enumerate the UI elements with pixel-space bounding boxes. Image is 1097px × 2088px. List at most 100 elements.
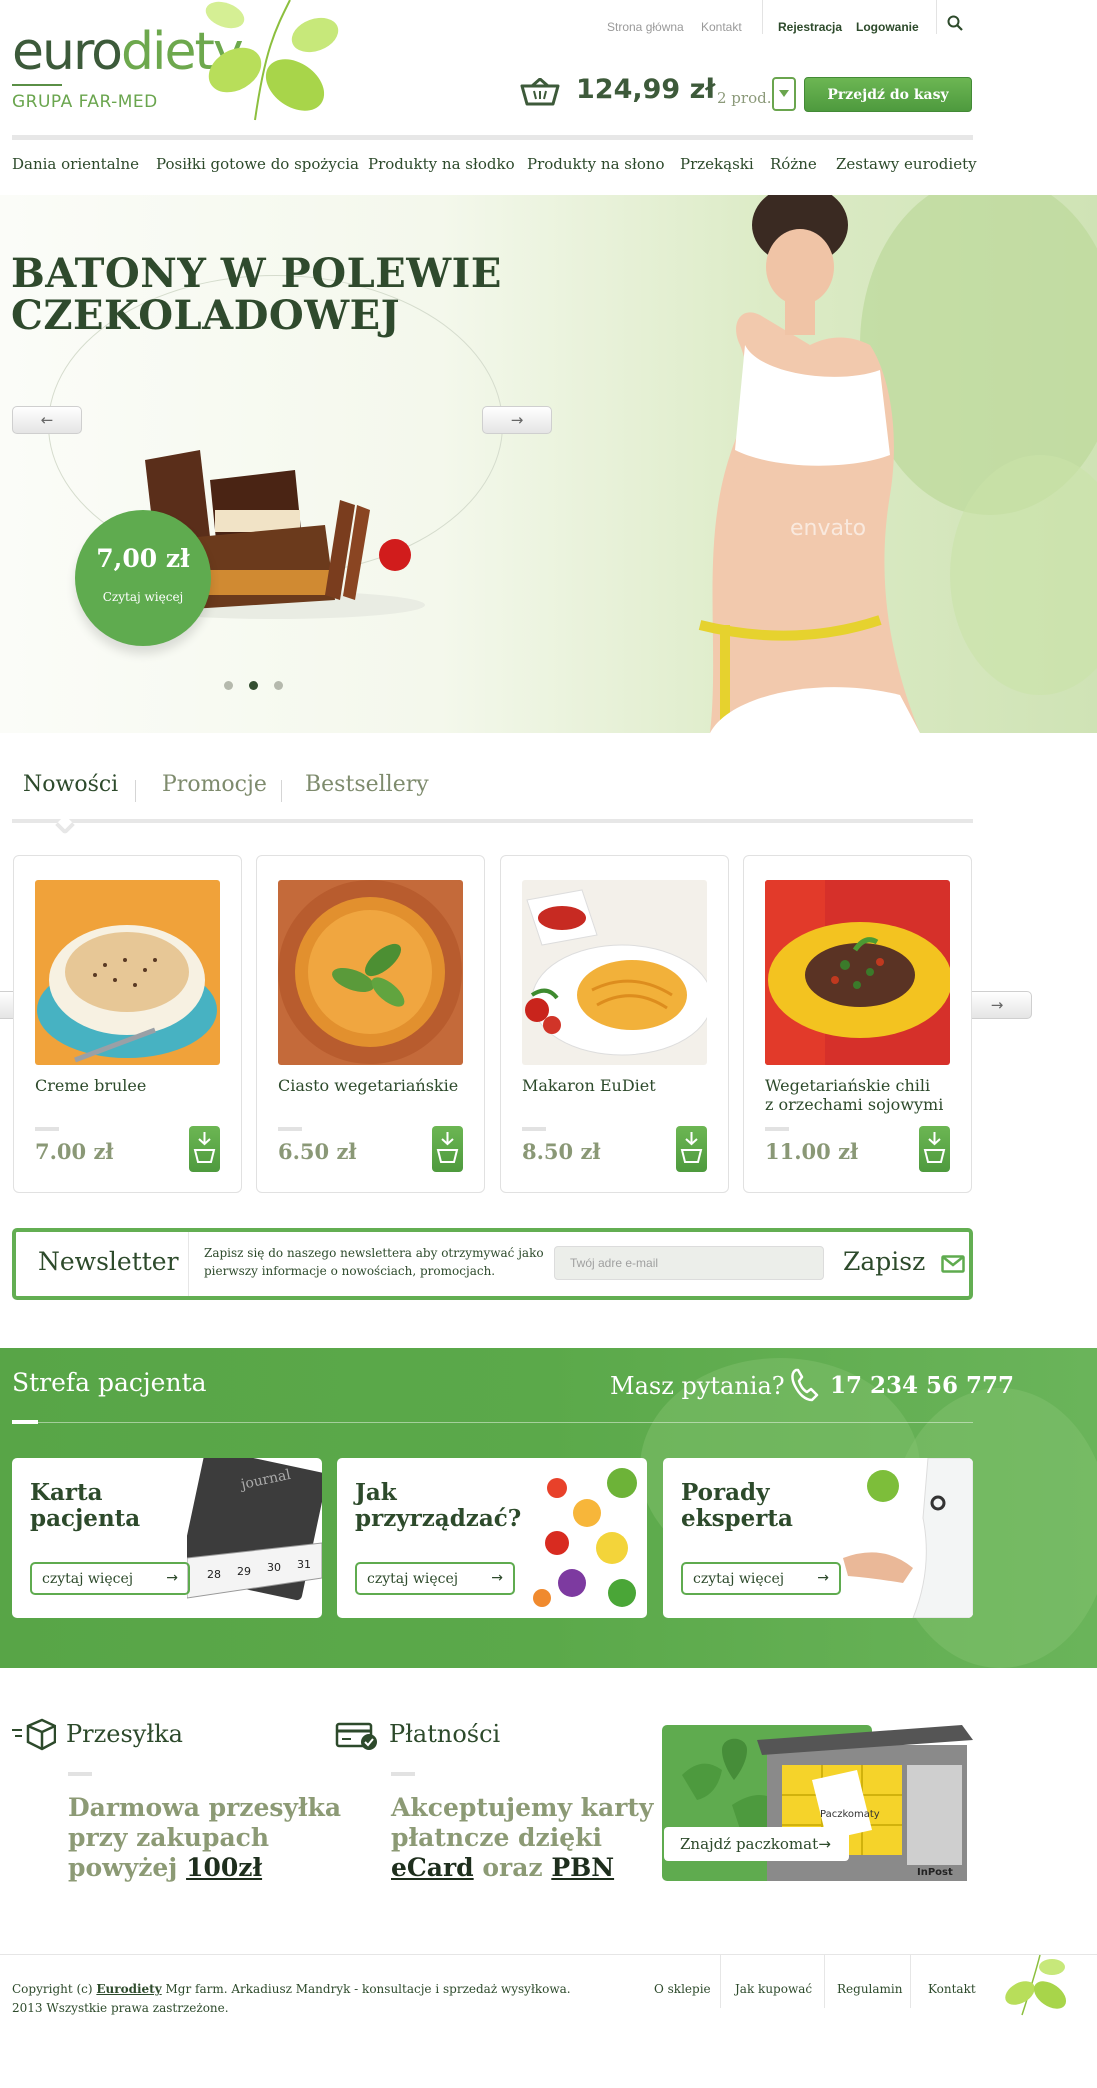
ecard-link[interactable]: eCard [391, 1853, 474, 1882]
nav-item-oriental[interactable]: Dania orientalne [12, 155, 139, 173]
arrow-right-icon: → [166, 1570, 178, 1586]
svg-text:31: 31 [297, 1558, 311, 1571]
parcel-locker-banner[interactable]: Paczkomaty InPost Znajdź paczkomat → [662, 1705, 973, 1881]
nav-item-ready-meals[interactable]: Posiłki gotowe do spożycia [156, 155, 359, 173]
product-price: 7.00 zł [35, 1139, 114, 1164]
nav-item-various[interactable]: Różne [770, 155, 817, 173]
watermark: envato [790, 516, 866, 541]
arrow-right-icon: → [990, 996, 1004, 1014]
hero-next-button[interactable]: → [482, 406, 552, 434]
chevron-down-icon [779, 90, 789, 97]
tab-bestsellers[interactable]: Bestsellery [305, 772, 429, 797]
find-parcel-locker-button[interactable]: Znajdź paczkomat → [664, 1827, 849, 1861]
title-divider [391, 1772, 415, 1776]
footer-link-about[interactable]: O sklepie [654, 1982, 711, 1996]
price-divider [278, 1127, 302, 1131]
price-divider [522, 1127, 546, 1131]
header-divider [12, 135, 973, 140]
journal-tape-image: journal 28 29 30 31 [187, 1458, 322, 1601]
hero-prev-button[interactable]: ← [12, 406, 82, 434]
nav-item-salty[interactable]: Produkty na słono [527, 155, 665, 173]
toplink-contact[interactable]: Kontakt [701, 20, 742, 34]
logo-subtitle: GRUPA FAR-MED [12, 92, 158, 112]
email-input[interactable] [554, 1246, 824, 1280]
shipping-title: Przesyłka [66, 1720, 183, 1748]
add-to-cart-button[interactable] [432, 1126, 463, 1172]
hero-read-more[interactable]: Czytaj więcej [75, 590, 211, 604]
hero-price: 7,00 zł [96, 544, 190, 573]
toplink-home[interactable]: Strona główna [607, 20, 684, 34]
arrow-right-icon: → [817, 1570, 829, 1586]
footer-link-how-to-buy[interactable]: Jak kupować [735, 1982, 812, 1996]
read-more-button[interactable]: czytaj więcej → [355, 1562, 515, 1595]
free-shipping-threshold-link[interactable]: 100zł [186, 1853, 262, 1882]
products-next-button[interactable]: → [962, 991, 1032, 1019]
login-link[interactable]: Logowanie [856, 20, 919, 34]
divider [188, 1232, 189, 1296]
add-to-basket-icon [923, 1132, 946, 1163]
read-more-button[interactable]: czytaj więcej → [681, 1562, 841, 1595]
checkout-button[interactable]: Przejdź do kasy [804, 77, 972, 112]
slide-dot-1[interactable] [224, 681, 233, 690]
divider [936, 0, 937, 34]
register-link[interactable]: Rejestracja [778, 20, 842, 34]
product-card[interactable]: Ciasto wegetariańskie 6.50 zł [256, 855, 485, 1193]
envelope-icon [941, 1254, 965, 1273]
newsletter-title: Newsletter [38, 1247, 179, 1276]
divider [281, 780, 282, 802]
arrow-right-icon: → [510, 411, 524, 429]
divider [824, 1954, 825, 2008]
add-to-cart-button[interactable] [676, 1126, 707, 1172]
pbn-link[interactable]: PBN [551, 1853, 614, 1882]
shipping-text: Darmowa przesyłka przy zakupach powyżej … [68, 1793, 342, 1882]
patient-zone-section: Strefa pacjenta Masz pytania? 17 234 56 … [0, 1348, 1097, 1668]
slide-dot-3[interactable] [274, 681, 283, 690]
add-to-cart-button[interactable] [189, 1126, 220, 1172]
phone-number[interactable]: 17 234 56 777 [830, 1372, 1014, 1399]
tab-promotions[interactable]: Promocje [162, 772, 267, 797]
product-price: 6.50 zł [278, 1139, 357, 1164]
doctor-apple-image [843, 1458, 973, 1618]
package-icon [12, 1718, 56, 1751]
svg-text:28: 28 [207, 1568, 221, 1581]
tab-new[interactable]: Nowości [23, 772, 118, 797]
cart-dropdown-button[interactable] [772, 77, 796, 111]
parcel-label: Paczkomaty [820, 1809, 880, 1820]
product-name[interactable]: Ciasto wegetariańskie [278, 1076, 458, 1095]
product-image-pasta [522, 880, 707, 1065]
hero-price-badge[interactable]: 7,00 zł Czytaj więcej [75, 510, 211, 646]
patient-zone-title: Strefa pacjenta [12, 1368, 207, 1397]
patient-card-record[interactable]: journal 28 29 30 31 Karta pacjenta czytaj wi… [12, 1458, 322, 1618]
newsletter-description: Zapisz się do naszego newslettera aby ot… [204, 1246, 544, 1278]
logo-divider [12, 84, 62, 86]
payments-title: Płatności [389, 1720, 501, 1748]
slide-dot-2[interactable] [249, 681, 258, 690]
brand-link[interactable]: Eurodiety [96, 1982, 161, 1996]
phone-icon [791, 1368, 819, 1402]
nav-item-snacks[interactable]: Przekąski [680, 155, 754, 173]
product-card[interactable]: Wegetariańskie chili z orzechami sojowym… [743, 855, 972, 1193]
footer-link-contact[interactable]: Kontakt [928, 1982, 976, 1996]
product-image-vegetarian-cake [278, 880, 463, 1065]
copyright-text: Copyright (c) Eurodiety Mgr farm. Arkadi… [12, 1982, 571, 2015]
add-to-cart-button[interactable] [919, 1126, 950, 1172]
product-image-creme-brulee [35, 880, 220, 1065]
cart-total: 124,99 zł [576, 74, 716, 105]
product-card[interactable]: Creme brulee 7.00 zł [13, 855, 242, 1193]
read-more-button[interactable]: czytaj więcej → [30, 1562, 190, 1595]
product-name[interactable]: Wegetariańskie chili z orzechami sojowym… [765, 1076, 943, 1114]
product-name[interactable]: Makaron EuDiet [522, 1076, 656, 1095]
search-icon[interactable] [947, 15, 963, 31]
nav-item-sweet[interactable]: Produkty na słodko [368, 155, 515, 173]
patient-card-expert[interactable]: Porady eksperta czytaj więcej → [663, 1458, 973, 1618]
subscribe-button[interactable]: Zapisz [843, 1247, 965, 1276]
title-divider [68, 1772, 92, 1776]
product-card[interactable]: Makaron EuDiet 8.50 zł [500, 855, 729, 1193]
patient-card-cooking[interactable]: Jak przyrządzać? czytaj więcej → [337, 1458, 647, 1618]
divider [720, 1954, 721, 2008]
basket-icon[interactable] [520, 78, 560, 108]
card-title: Jak przyrządzać? [355, 1479, 522, 1532]
nav-item-sets[interactable]: Zestawy eurodiety [836, 155, 977, 173]
product-name[interactable]: Creme brulee [35, 1076, 146, 1095]
footer-link-terms[interactable]: Regulamin [837, 1982, 902, 1996]
